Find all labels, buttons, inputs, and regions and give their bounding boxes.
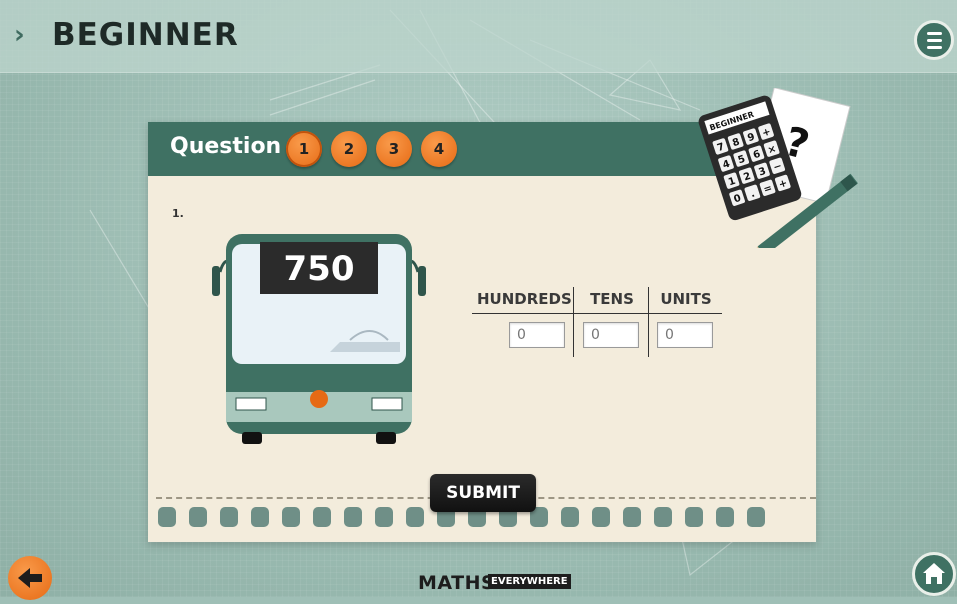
binder-hole: [592, 507, 610, 527]
binder-hole: [623, 507, 641, 527]
logo-sub-text: EVERYWHERE: [488, 574, 571, 589]
binder-hole: [654, 507, 672, 527]
arrow-left-icon: [18, 568, 42, 588]
table-divider: [648, 287, 649, 357]
back-button[interactable]: [8, 556, 52, 600]
question-bubble-1[interactable]: 1: [286, 131, 322, 167]
binder-hole: [220, 507, 238, 527]
submit-button[interactable]: SUBMIT: [430, 474, 536, 512]
bus-illustration: 750: [212, 234, 426, 444]
home-icon: [923, 563, 945, 584]
level-title: BEGINNER: [52, 17, 239, 53]
binder-hole: [344, 507, 362, 527]
tens-input[interactable]: [583, 322, 639, 348]
binder-hole: [251, 507, 269, 527]
units-input[interactable]: [657, 322, 713, 348]
column-header-hundreds: HUNDREDS: [477, 290, 572, 308]
binder-hole: [282, 507, 300, 527]
binder-hole: [747, 507, 765, 527]
menu-icon: [927, 32, 942, 35]
question-bubble-2[interactable]: 2: [331, 131, 367, 167]
question-bubble-4[interactable]: 4: [421, 131, 457, 167]
logo-main-text: MATHS: [418, 572, 496, 594]
hundreds-input[interactable]: [509, 322, 565, 348]
binder-hole: [716, 507, 734, 527]
bus-route-number: 750: [284, 249, 355, 289]
binder-hole: [561, 507, 579, 527]
binder-hole: [189, 507, 207, 527]
column-header-tens: TENS: [590, 290, 634, 308]
question-bubble-3[interactable]: 3: [376, 131, 412, 167]
question-number: 1.: [172, 207, 184, 220]
table-divider: [573, 287, 574, 357]
question-label: Question: [170, 134, 282, 159]
beginner-calculator-badge: ? BEGINNER 7 8 9 +4 5 6 ×1 2 3 −0. = +: [698, 88, 858, 248]
binder-hole: [685, 507, 703, 527]
binder-hole: [375, 507, 393, 527]
menu-icon-bar: [927, 39, 942, 42]
chevron-right-icon: ›: [14, 20, 25, 50]
menu-icon-bar: [927, 46, 942, 49]
binder-hole: [158, 507, 176, 527]
table-rule: [472, 313, 722, 314]
column-header-units: UNITS: [660, 290, 712, 308]
binder-hole: [406, 507, 424, 527]
home-button[interactable]: [912, 552, 956, 596]
menu-button[interactable]: [914, 20, 954, 60]
binder-hole: [313, 507, 331, 527]
